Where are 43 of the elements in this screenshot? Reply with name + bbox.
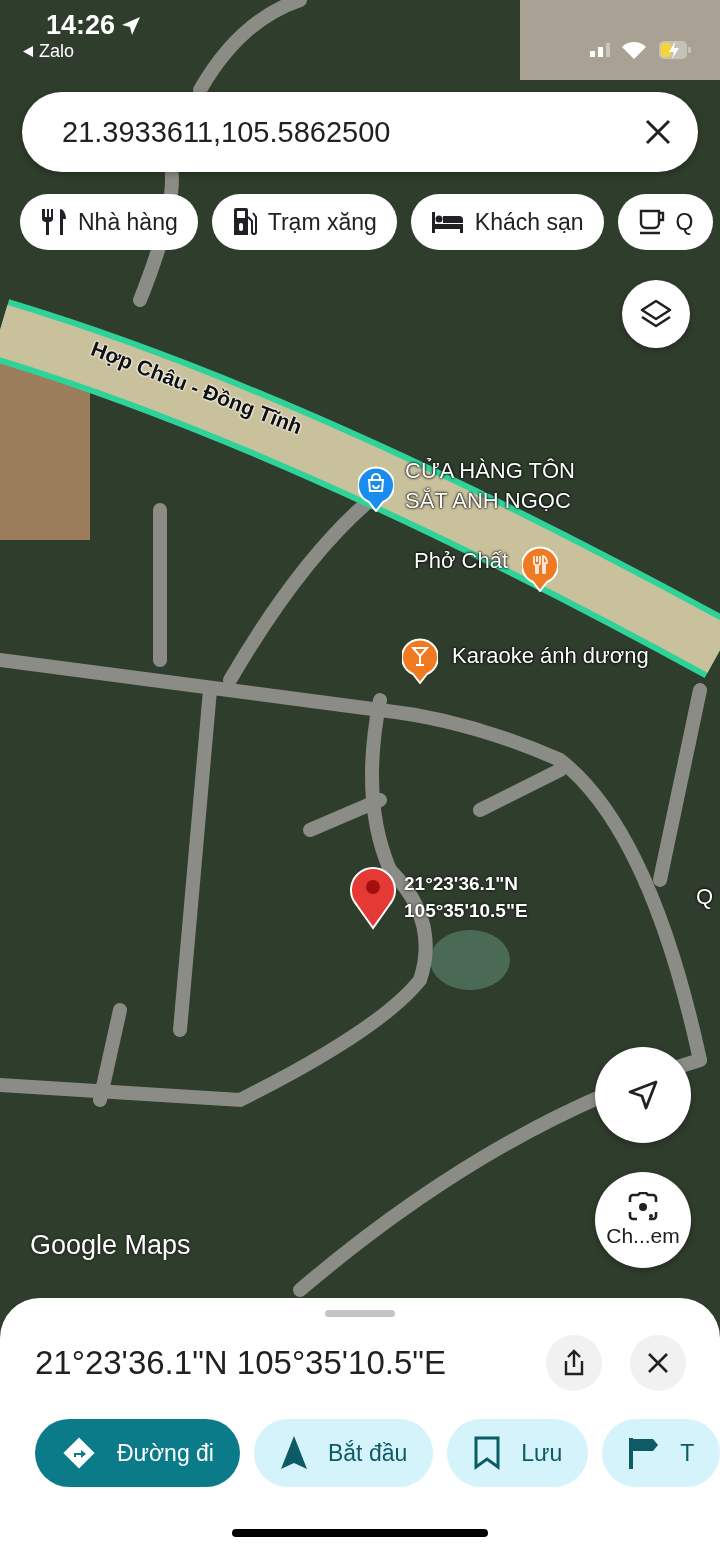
bookmark-icon <box>473 1436 502 1470</box>
fork-knife-icon <box>40 207 68 237</box>
back-to-app-link[interactable]: Zalo <box>39 41 74 62</box>
navigation-arrow-icon <box>627 1079 659 1111</box>
fuel-pump-icon <box>231 207 258 237</box>
dropped-pin-icon[interactable] <box>350 866 396 930</box>
place-label[interactable]: Phở Chất <box>414 548 508 574</box>
category-chip[interactable]: Nhà hàng <box>20 194 198 250</box>
flag-icon <box>628 1436 661 1470</box>
action-button[interactable]: Đường đi <box>35 1419 240 1487</box>
category-chip[interactable]: Trạm xăng <box>211 194 397 250</box>
place-pin-icon[interactable] <box>402 638 438 684</box>
status-time: 14:26 <box>46 10 116 41</box>
action-button[interactable]: Lưu <box>447 1419 589 1487</box>
location-arrow-icon <box>121 15 142 36</box>
action-button[interactable]: T <box>602 1419 720 1487</box>
drag-handle[interactable] <box>325 1310 395 1317</box>
camera-lens-icon <box>627 1192 659 1222</box>
category-chip[interactable]: Khách sạn <box>410 194 604 250</box>
close-button[interactable] <box>630 1335 686 1391</box>
road-label: Hợp Châu - Đồng Tĩnh <box>87 336 306 440</box>
navigation-arrow-icon <box>279 1435 308 1471</box>
pin-coordinate-label: 105°35'10.5"E <box>404 899 528 923</box>
place-label[interactable]: CỬA HÀNG TÔN SẮT ANH NGỌC <box>405 456 605 516</box>
place-pin-icon[interactable] <box>522 546 558 592</box>
close-icon <box>647 1352 669 1374</box>
place-label[interactable]: Q <box>696 884 714 910</box>
back-triangle-icon[interactable] <box>22 45 34 58</box>
action-button[interactable]: Bắt đầu <box>253 1419 434 1487</box>
battery-charging-icon <box>658 40 692 60</box>
sheet-title: 21°23'36.1"N 105°35'10.5"E <box>35 1344 448 1382</box>
share-button[interactable] <box>546 1335 602 1391</box>
clear-search-button[interactable] <box>644 118 672 146</box>
bed-icon <box>430 210 465 234</box>
cup-icon <box>637 208 666 236</box>
pin-coordinate-label: 21°23'36.1"N <box>404 872 520 896</box>
share-icon <box>562 1349 586 1377</box>
google-maps-logo: Google Maps <box>30 1230 191 1261</box>
place-label[interactable]: Karaoke ánh dương <box>452 643 649 669</box>
wifi-icon <box>620 40 648 60</box>
close-icon <box>644 118 672 146</box>
search-field[interactable]: 21.3933611,105.5862500 <box>22 92 698 172</box>
signal-icon <box>590 43 610 57</box>
